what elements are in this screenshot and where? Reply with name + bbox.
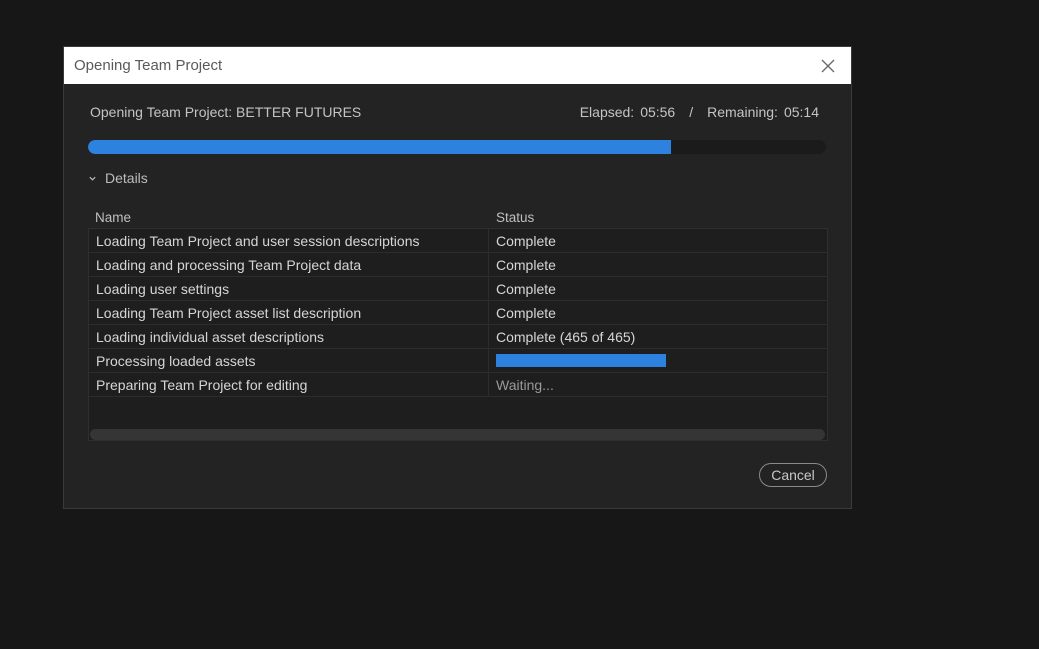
details-table: Name Status Loading Team Project and use…: [88, 207, 828, 441]
table-row[interactable]: Loading Team Project and user session de…: [89, 229, 827, 253]
table-body[interactable]: Loading Team Project and user session de…: [88, 228, 828, 441]
details-toggle[interactable]: Details: [88, 170, 148, 186]
table-row[interactable]: Processing loaded assets: [89, 349, 827, 373]
task-name: Loading Team Project and user session de…: [89, 229, 489, 252]
cancel-button[interactable]: Cancel: [759, 463, 827, 487]
chevron-down-icon: [89, 176, 96, 181]
table-row[interactable]: Loading individual asset descriptions Co…: [89, 325, 827, 349]
table-row[interactable]: Preparing Team Project for editing Waiti…: [89, 373, 827, 397]
table-row[interactable]: Loading Team Project asset list descript…: [89, 301, 827, 325]
progress-header: Opening Team Project: BETTER FUTURES Ela…: [90, 104, 819, 120]
task-name: Loading and processing Team Project data: [89, 253, 489, 276]
task-status: [489, 349, 827, 372]
remaining-label: Remaining:: [707, 104, 778, 120]
table-header: Name Status: [88, 207, 828, 228]
task-name: Processing loaded assets: [89, 349, 489, 372]
task-status: Complete: [496, 304, 556, 321]
task-status: Waiting...: [496, 376, 554, 393]
task-status: Complete: [496, 232, 556, 249]
dialog-heading: Opening Team Project: BETTER FUTURES: [90, 104, 362, 120]
horizontal-scrollbar[interactable]: [90, 429, 825, 440]
column-header-status[interactable]: Status: [489, 210, 534, 225]
task-name: Preparing Team Project for editing: [89, 373, 489, 396]
team-project-dialog: Opening Team Project Opening Team Projec…: [63, 46, 852, 509]
task-status: Complete: [496, 280, 556, 297]
details-label: Details: [105, 170, 148, 186]
close-button[interactable]: [816, 54, 840, 78]
overall-progress-fill: [88, 140, 672, 154]
column-header-name[interactable]: Name: [88, 210, 489, 225]
remaining-value: 05:14: [783, 104, 819, 120]
dialog-titlebar: Opening Team Project: [64, 47, 851, 84]
task-name: Loading user settings: [89, 277, 489, 300]
elapsed-label: Elapsed:: [579, 104, 635, 120]
dialog-title: Opening Team Project: [74, 57, 223, 74]
task-progress-fill: [496, 354, 666, 367]
close-icon: [821, 59, 835, 72]
timing-info: Elapsed: 05:56 / Remaining: 05:14: [580, 104, 819, 120]
elapsed-value: 05:56: [640, 104, 676, 120]
timing-separator: /: [689, 104, 694, 120]
task-status: Complete (465 of 465): [496, 328, 636, 345]
table-row[interactable]: Loading and processing Team Project data…: [89, 253, 827, 277]
task-progress-bar: [496, 354, 666, 367]
task-name: Loading Team Project asset list descript…: [89, 301, 489, 324]
task-name: Loading individual asset descriptions: [89, 325, 489, 348]
table-row[interactable]: Loading user settings Complete: [89, 277, 827, 301]
overall-progress-bar: [88, 140, 826, 154]
task-status: Complete: [496, 256, 556, 273]
